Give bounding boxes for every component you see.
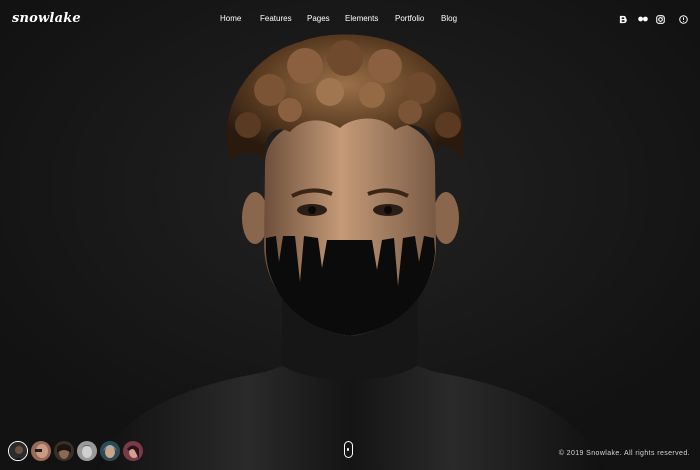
site-header: snowlake Home Features Pages Elements Po… bbox=[0, 0, 700, 40]
slide-thumbnail[interactable] bbox=[8, 441, 28, 461]
hero-portrait-image bbox=[0, 0, 700, 470]
slide-thumbnail[interactable] bbox=[31, 441, 51, 461]
social-links bbox=[0, 13, 700, 27]
scroll-down-indicator[interactable] bbox=[344, 441, 353, 458]
scroll-dot bbox=[347, 448, 350, 451]
slide-thumbnail[interactable] bbox=[100, 441, 120, 461]
dribbble-icon[interactable] bbox=[677, 13, 689, 25]
instagram-icon[interactable] bbox=[654, 13, 666, 25]
flickr-icon[interactable] bbox=[637, 13, 649, 25]
slider-thumbnails bbox=[8, 441, 146, 461]
slide-thumbnail[interactable] bbox=[54, 441, 74, 461]
copyright-text: © 2019 Snowlake. All rights reserved. bbox=[558, 450, 690, 457]
page: snowlake Home Features Pages Elements Po… bbox=[0, 0, 700, 470]
behance-icon[interactable] bbox=[617, 13, 629, 25]
slide-thumbnail[interactable] bbox=[77, 441, 97, 461]
slide-thumbnail[interactable] bbox=[123, 441, 143, 461]
